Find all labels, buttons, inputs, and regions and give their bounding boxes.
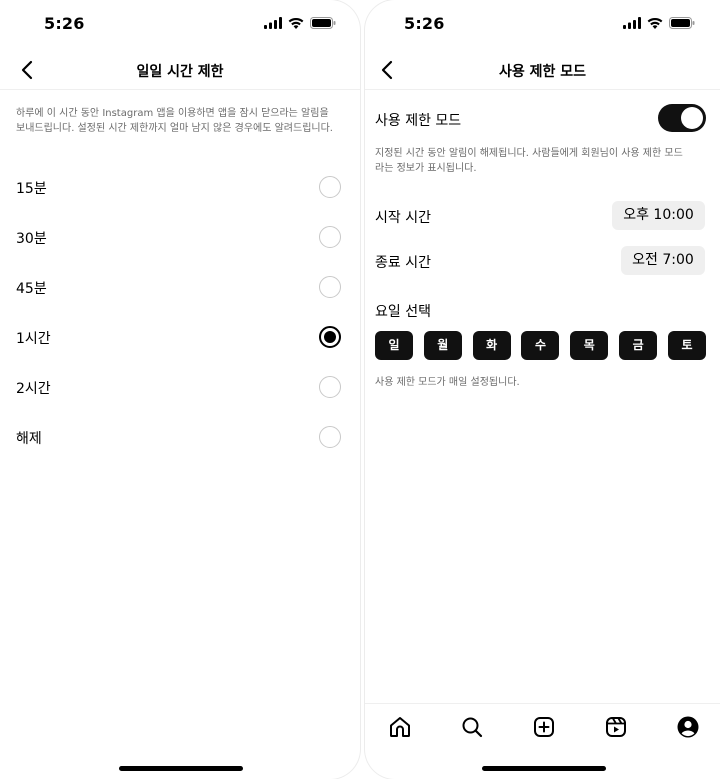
day-chip[interactable]: 목 — [570, 331, 609, 360]
day-selector: 일월화수목금토 — [375, 331, 706, 360]
toggle-knob — [681, 107, 703, 129]
limit-option[interactable]: 해제 — [0, 417, 360, 457]
home-indicator — [119, 766, 243, 771]
limit-option[interactable]: 45분 — [0, 267, 360, 307]
status-bar: 5:26 — [0, 0, 360, 48]
days-note: 사용 제한 모드가 매일 설정됩니다. — [375, 377, 520, 388]
days-label: 요일 선택 — [375, 304, 431, 320]
day-chip[interactable]: 화 — [472, 331, 511, 360]
battery-icon — [310, 17, 336, 29]
radio-selected[interactable] — [319, 326, 341, 348]
nav-bar: 사용 제한 모드 — [365, 52, 720, 90]
limit-option-label: 15분 — [16, 181, 47, 197]
day-chip[interactable]: 일 — [375, 331, 413, 360]
status-time: 5:26 — [44, 14, 85, 33]
limit-option-label: 1시간 — [16, 331, 51, 347]
limit-option-label: 2시간 — [16, 381, 51, 397]
limit-option-label: 30분 — [16, 231, 47, 247]
quiet-mode-label: 사용 제한 모드 — [375, 113, 462, 129]
page-title: 사용 제한 모드 — [498, 64, 587, 80]
end-time-button[interactable]: 오전 7:00 — [621, 246, 705, 275]
start-time-button[interactable]: 오후 10:00 — [612, 201, 705, 230]
limit-option-label: 해제 — [16, 431, 42, 447]
nav-bar: 일일 시간 제한 — [0, 52, 360, 90]
quiet-mode-note: 지정된 시간 동안 알림이 해제됩니다. 사람들에게 회원님이 사용 제한 모드… — [375, 148, 683, 174]
tab-search[interactable] — [459, 714, 485, 740]
radio-button[interactable] — [319, 226, 341, 248]
limit-option[interactable]: 1시간 — [0, 317, 360, 357]
tab-profile[interactable] — [675, 714, 701, 740]
day-chip[interactable]: 월 — [423, 331, 462, 360]
daily-limit-screen: 5:26 일일 시간 제한 하루에 이 시간 동안 Instagram 앱을 이… — [0, 0, 360, 779]
signal-icon — [264, 17, 282, 29]
status-icons — [623, 17, 695, 29]
tab-create[interactable] — [531, 714, 557, 740]
wifi-icon — [647, 17, 663, 29]
reels-icon — [606, 717, 626, 737]
limit-option[interactable]: 15분 — [0, 167, 360, 207]
wifi-icon — [288, 17, 304, 29]
home-icon — [390, 717, 410, 737]
status-icons — [264, 17, 336, 29]
radio-button[interactable] — [319, 426, 341, 448]
limit-option[interactable]: 2시간 — [0, 367, 360, 407]
signal-icon — [623, 17, 641, 29]
search-icon — [462, 717, 483, 738]
radio-button[interactable] — [319, 276, 341, 298]
quiet-mode-screen: 5:26 사용 제한 모드 사용 제한 모드 지정된 시간 동안 알림이 해제됩… — [365, 0, 720, 779]
tab-reels[interactable] — [603, 714, 629, 740]
home-indicator — [482, 766, 606, 771]
bottom-tab-bar — [365, 703, 720, 749]
end-time-label: 종료 시간 — [375, 255, 431, 271]
limit-option-label: 45분 — [16, 281, 47, 297]
radio-button[interactable] — [319, 176, 341, 198]
status-time: 5:26 — [404, 14, 445, 33]
radio-button[interactable] — [319, 376, 341, 398]
day-chip[interactable]: 토 — [667, 331, 706, 360]
limit-description: 하루에 이 시간 동안 Instagram 앱을 이용하면 앱을 잠시 닫으라는… — [16, 108, 333, 134]
day-chip[interactable]: 수 — [521, 331, 560, 360]
status-bar: 5:26 — [365, 0, 720, 48]
quiet-mode-toggle[interactable] — [658, 104, 706, 132]
start-time-label: 시작 시간 — [375, 210, 431, 226]
profile-icon — [677, 716, 699, 738]
tab-home[interactable] — [387, 714, 413, 740]
limit-option[interactable]: 30분 — [0, 217, 360, 257]
battery-icon — [669, 17, 695, 29]
create-icon — [534, 717, 554, 737]
day-chip[interactable]: 금 — [619, 331, 658, 360]
page-title: 일일 시간 제한 — [136, 64, 224, 80]
